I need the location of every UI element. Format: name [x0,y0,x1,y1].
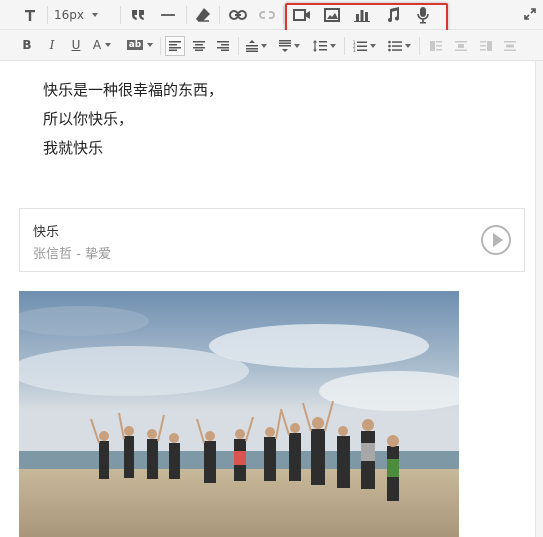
image-icon[interactable] [321,5,343,25]
video-icon[interactable] [291,5,313,25]
ordered-list-icon[interactable]: 123 [350,36,378,56]
font-color-label: A [92,38,102,52]
align-right-icon[interactable] [213,36,233,56]
text-line: 我就快乐 [43,139,104,157]
text-style-icon[interactable] [19,5,41,25]
chevron-down-icon [404,44,411,48]
link-icon[interactable] [227,5,249,25]
divider [47,6,48,24]
music-artist-album: 张信哲 - 挚爱 [33,247,111,262]
eraser-icon[interactable] [193,5,213,25]
scrollbar[interactable] [535,61,543,537]
toolbar-row-1: 16px [0,0,543,30]
align-left-icon[interactable] [165,36,185,56]
beach-photo[interactable] [19,291,459,537]
line-height-icon[interactable] [310,36,338,56]
chevron-down-icon [260,44,267,48]
divider [238,37,239,55]
unlink-icon[interactable] [256,5,278,25]
chevron-down-icon [92,13,98,17]
expand-icon[interactable] [522,6,538,22]
quote-icon[interactable] [128,5,148,25]
bg-color-button[interactable]: ab [125,36,155,54]
font-size-select[interactable]: 16px [54,5,114,25]
divider [120,6,121,24]
underline-button[interactable]: U [67,36,85,54]
divider [283,6,284,24]
chart-icon[interactable] [351,5,373,25]
indent-right-icon[interactable] [476,36,496,56]
bg-color-label: ab [126,40,144,50]
play-icon[interactable] [481,225,511,255]
indent-left-icon[interactable] [426,36,446,56]
chevron-down-icon [105,43,112,47]
photo-image [19,291,459,537]
chevron-down-icon [329,44,336,48]
microphone-icon[interactable] [412,5,434,25]
chevron-down-icon [147,43,154,47]
chevron-down-icon [369,44,376,48]
editor-content[interactable]: 快乐是一种很幸福的东西， 所以你快乐， 我就快乐 快乐 张信哲 - 挚爱 [0,61,543,537]
divider [186,6,187,24]
align-center-icon[interactable] [189,36,209,56]
paragraph-spacing-before-icon[interactable] [243,36,269,56]
bold-button[interactable]: B [18,36,36,54]
horizontal-rule-icon[interactable] [158,5,178,25]
chevron-down-icon [293,44,300,48]
svg-text:3: 3 [353,48,356,52]
text-line: 所以你快乐， [43,110,134,128]
divider [160,37,161,55]
font-size-value: 16px [54,8,84,22]
italic-button[interactable]: I [43,36,61,54]
divider [344,37,345,55]
font-color-button[interactable]: A [90,36,114,54]
music-title: 快乐 [33,225,60,240]
music-card[interactable]: 快乐 张信哲 - 挚爱 [19,208,525,272]
paragraph-spacing-after-icon[interactable] [276,36,302,56]
indent-center-icon[interactable] [451,36,471,56]
text-line: 快乐是一种很幸福的东西， [43,81,224,99]
divider [419,37,420,55]
indent-none-icon[interactable] [500,36,520,56]
unordered-list-icon[interactable] [385,36,413,56]
music-icon[interactable] [382,5,404,25]
toolbar-row-2: B I U A ab 123 [0,30,543,61]
divider [219,6,220,24]
